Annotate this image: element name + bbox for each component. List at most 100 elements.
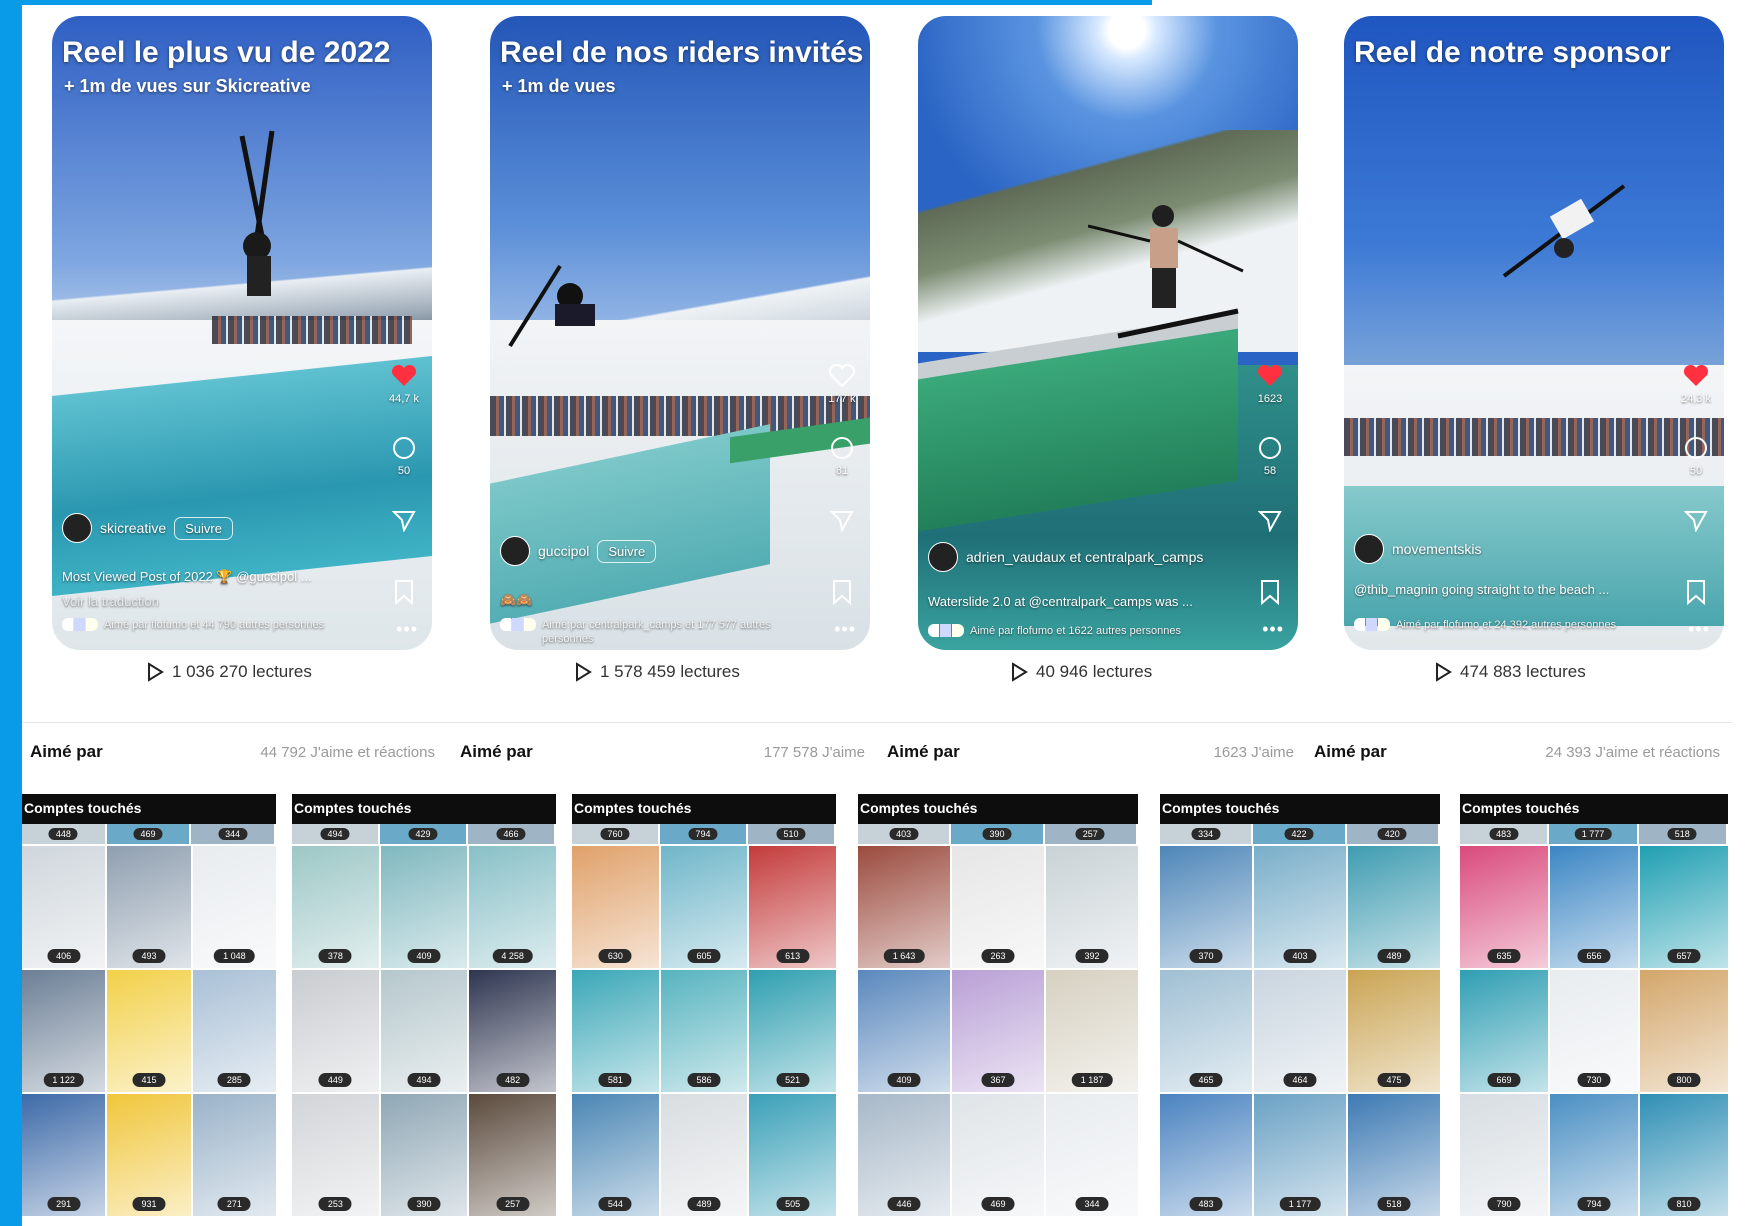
story-thumbnail[interactable]: 613 xyxy=(749,846,836,968)
liked-by-heading[interactable]: Aimé par xyxy=(1314,742,1387,762)
avatar[interactable] xyxy=(1354,534,1384,564)
story-thumbnail[interactable]: 475 xyxy=(1348,970,1440,1092)
story-thumbnail[interactable]: 794 xyxy=(660,824,748,844)
liked-by-text[interactable]: Aimé par flofumo et 24 392 autres person… xyxy=(1396,618,1626,632)
story-thumbnail[interactable]: 656 xyxy=(1550,846,1638,968)
story-thumbnail[interactable]: 489 xyxy=(1348,846,1440,968)
story-thumbnail[interactable]: 493 xyxy=(107,846,191,968)
heart-icon[interactable] xyxy=(827,361,857,391)
story-thumbnail[interactable]: 344 xyxy=(191,824,276,844)
story-thumbnail[interactable]: 605 xyxy=(660,846,748,968)
story-thumbnail[interactable]: 4 258 xyxy=(469,846,556,968)
story-thumbnail[interactable]: 635 xyxy=(1460,846,1548,968)
story-thumbnail[interactable]: 367 xyxy=(952,970,1044,1092)
reel-card-3[interactable]: 1623 58 adrien_vaudaux et centralpark_ca… xyxy=(918,16,1298,650)
story-thumbnail[interactable]: 483 xyxy=(1160,1094,1252,1216)
story-thumbnail[interactable]: 469 xyxy=(106,824,192,844)
share-icon[interactable] xyxy=(389,505,419,535)
story-thumbnail[interactable]: 271 xyxy=(192,1094,276,1216)
bookmark-icon[interactable] xyxy=(827,577,857,607)
liked-by-text[interactable]: Aimé par centralpark_camps et 177 577 au… xyxy=(542,618,772,646)
story-thumbnail[interactable]: 378 xyxy=(292,846,379,968)
story-thumbnail[interactable]: 657 xyxy=(1640,846,1728,968)
share-icon[interactable] xyxy=(1255,505,1285,535)
share-icon[interactable] xyxy=(827,505,857,535)
story-thumbnail[interactable]: 448 xyxy=(22,824,107,844)
story-thumbnail[interactable]: 253 xyxy=(292,1094,379,1216)
story-thumbnail[interactable]: 669 xyxy=(1460,970,1548,1092)
story-thumbnail[interactable]: 505 xyxy=(749,1094,836,1216)
heart-icon[interactable] xyxy=(1681,361,1711,391)
story-thumbnail[interactable]: 794 xyxy=(1550,1094,1638,1216)
comment-icon[interactable] xyxy=(827,433,857,463)
story-thumbnail[interactable]: 931 xyxy=(107,1094,191,1216)
story-thumbnail[interactable]: 1 177 xyxy=(1254,1094,1346,1216)
story-thumbnail[interactable]: 489 xyxy=(660,1094,748,1216)
story-thumbnail[interactable]: 469 xyxy=(952,1094,1044,1216)
story-thumbnail[interactable]: 415 xyxy=(107,970,191,1092)
liked-by-text[interactable]: Aimé par flofumo et 1622 autres personne… xyxy=(970,624,1230,638)
story-thumbnail[interactable]: 494 xyxy=(292,824,380,844)
liked-by-heading[interactable]: Aimé par xyxy=(30,742,103,762)
story-thumbnail[interactable]: 392 xyxy=(1046,846,1138,968)
story-thumbnail[interactable]: 406 xyxy=(22,846,106,968)
story-thumbnail[interactable]: 257 xyxy=(1044,824,1138,844)
follow-button[interactable]: Suivre xyxy=(174,516,233,540)
reel-card-4[interactable]: Reel de notre sponsor 24,3 k 50 movement… xyxy=(1344,16,1724,650)
story-thumbnail[interactable]: 409 xyxy=(380,846,468,968)
story-thumbnail[interactable]: 446 xyxy=(858,1094,950,1216)
story-thumbnail[interactable]: 586 xyxy=(660,970,748,1092)
story-thumbnail[interactable]: 334 xyxy=(1160,824,1254,844)
story-thumbnail[interactable]: 630 xyxy=(572,846,659,968)
story-thumbnail[interactable]: 544 xyxy=(572,1094,659,1216)
avatar[interactable] xyxy=(928,542,958,572)
more-options-icon[interactable]: ••• xyxy=(834,619,856,640)
story-thumbnail[interactable]: 1 643 xyxy=(858,846,950,968)
story-thumbnail[interactable]: 483 xyxy=(1460,824,1550,844)
story-thumbnail[interactable]: 344 xyxy=(1046,1094,1138,1216)
story-thumbnail[interactable]: 285 xyxy=(192,970,276,1092)
more-options-icon[interactable]: ••• xyxy=(396,619,418,640)
story-thumbnail[interactable]: 1 187 xyxy=(1046,970,1138,1092)
story-thumbnail[interactable]: 429 xyxy=(380,824,468,844)
story-thumbnail[interactable]: 800 xyxy=(1640,970,1728,1092)
story-thumbnail[interactable]: 494 xyxy=(380,970,468,1092)
story-thumbnail[interactable]: 449 xyxy=(292,970,379,1092)
story-thumbnail[interactable]: 390 xyxy=(380,1094,468,1216)
story-thumbnail[interactable]: 730 xyxy=(1550,970,1638,1092)
avatar[interactable] xyxy=(500,536,530,566)
story-thumbnail[interactable]: 422 xyxy=(1253,824,1347,844)
story-thumbnail[interactable]: 1 122 xyxy=(22,970,106,1092)
story-thumbnail[interactable]: 420 xyxy=(1346,824,1440,844)
follow-button[interactable]: Suivre xyxy=(597,539,657,563)
story-thumbnail[interactable]: 1 048 xyxy=(192,846,276,968)
story-thumbnail[interactable]: 790 xyxy=(1460,1094,1548,1216)
story-thumbnail[interactable]: 370 xyxy=(1160,846,1252,968)
story-thumbnail[interactable]: 409 xyxy=(858,970,950,1092)
account-name[interactable]: movementskis xyxy=(1392,541,1481,557)
bookmark-icon[interactable] xyxy=(1681,577,1711,607)
story-thumbnail[interactable]: 581 xyxy=(572,970,659,1092)
liked-by-heading[interactable]: Aimé par xyxy=(887,742,960,762)
story-thumbnail[interactable]: 257 xyxy=(469,1094,556,1216)
heart-icon[interactable] xyxy=(389,361,419,391)
story-thumbnail[interactable]: 263 xyxy=(952,846,1044,968)
story-thumbnail[interactable]: 760 xyxy=(572,824,660,844)
story-thumbnail[interactable]: 291 xyxy=(22,1094,106,1216)
story-thumbnail[interactable]: 518 xyxy=(1638,824,1728,844)
story-thumbnail[interactable]: 390 xyxy=(951,824,1045,844)
liked-by-heading[interactable]: Aimé par xyxy=(460,742,533,762)
reel-card-2[interactable]: Reel de nos riders invités + 1m de vues … xyxy=(490,16,870,650)
comment-icon[interactable] xyxy=(389,433,419,463)
story-thumbnail[interactable]: 466 xyxy=(468,824,556,844)
avatar[interactable] xyxy=(62,513,92,543)
story-thumbnail[interactable]: 521 xyxy=(749,970,836,1092)
story-thumbnail[interactable]: 403 xyxy=(1254,846,1346,968)
reel-card-1[interactable]: Reel le plus vu de 2022 + 1m de vues sur… xyxy=(52,16,432,650)
more-options-icon[interactable]: ••• xyxy=(1262,619,1284,640)
story-thumbnail[interactable]: 464 xyxy=(1254,970,1346,1092)
bookmark-icon[interactable] xyxy=(389,577,419,607)
bookmark-icon[interactable] xyxy=(1255,577,1285,607)
see-translation-link[interactable]: Voir la traduction xyxy=(62,594,159,609)
account-name[interactable]: adrien_vaudaux et centralpark_camps xyxy=(966,549,1203,565)
